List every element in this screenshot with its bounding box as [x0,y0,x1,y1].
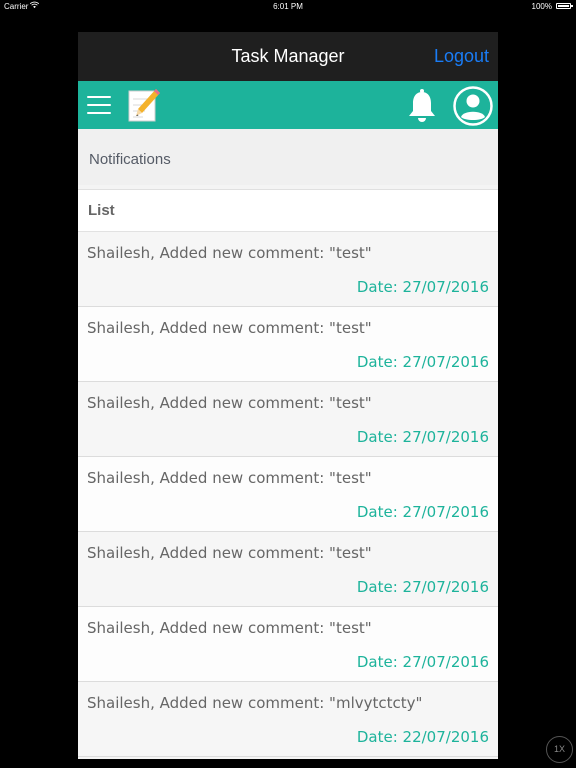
notification-date: Date: 27/07/2016 [356,653,489,671]
navigation-bar: Task Manager Logout [78,32,498,81]
app-window: Task Manager Logout Notifications List S… [78,32,498,759]
list-item[interactable]: Shailesh, Added new comment: "test" Date… [78,607,498,682]
bell-icon[interactable] [407,89,437,125]
notification-date: Date: 22/07/2016 [356,728,489,746]
notification-message: Shailesh, Added new comment: "mlvytctcty… [87,694,423,712]
notification-date: Date: 27/07/2016 [356,503,489,521]
list-item[interactable]: Shailesh, Added new comment: "test" Date… [78,307,498,382]
list-item[interactable]: Shailesh, Added new comment: "mlvytctcty… [78,682,498,757]
zoom-badge[interactable]: 1X [546,736,573,763]
logout-button[interactable]: Logout [434,46,489,67]
list-header: List [78,189,498,233]
battery-percent: 100% [531,2,552,11]
toolbar [78,81,498,129]
notification-message: Shailesh, Added new comment: "test" [87,319,372,337]
menu-icon[interactable] [87,94,111,116]
list-item[interactable]: Shailesh, Added new comment: "test" Date… [78,232,498,307]
notification-date: Date: 27/07/2016 [356,428,489,446]
list-header-label: List [88,202,115,219]
notification-date: Date: 27/07/2016 [356,353,489,371]
status-bar: Carrier 6:01 PM 100% [0,0,576,14]
battery-icon [556,3,573,9]
edit-note-icon[interactable] [127,87,161,123]
list-item[interactable]: Shailesh, Added new comment: "test" Date… [78,532,498,607]
notification-date: Date: 27/07/2016 [356,278,489,296]
notification-list: Shailesh, Added new comment: "test" Date… [78,232,498,757]
notification-date: Date: 27/07/2016 [356,578,489,596]
user-avatar-icon[interactable] [453,86,493,126]
list-item[interactable]: Shailesh, Added new comment: "test" Date… [78,457,498,532]
notification-message: Shailesh, Added new comment: "test" [87,394,372,412]
notification-message: Shailesh, Added new comment: "test" [87,244,372,262]
list-item[interactable]: Shailesh, Added new comment: "test" Date… [78,382,498,457]
notification-message: Shailesh, Added new comment: "test" [87,544,372,562]
notification-message: Shailesh, Added new comment: "test" [87,619,372,637]
clock: 6:01 PM [273,2,303,11]
section-header: Notifications [78,129,498,185]
section-title: Notifications [89,151,171,168]
notification-message: Shailesh, Added new comment: "test" [87,469,372,487]
